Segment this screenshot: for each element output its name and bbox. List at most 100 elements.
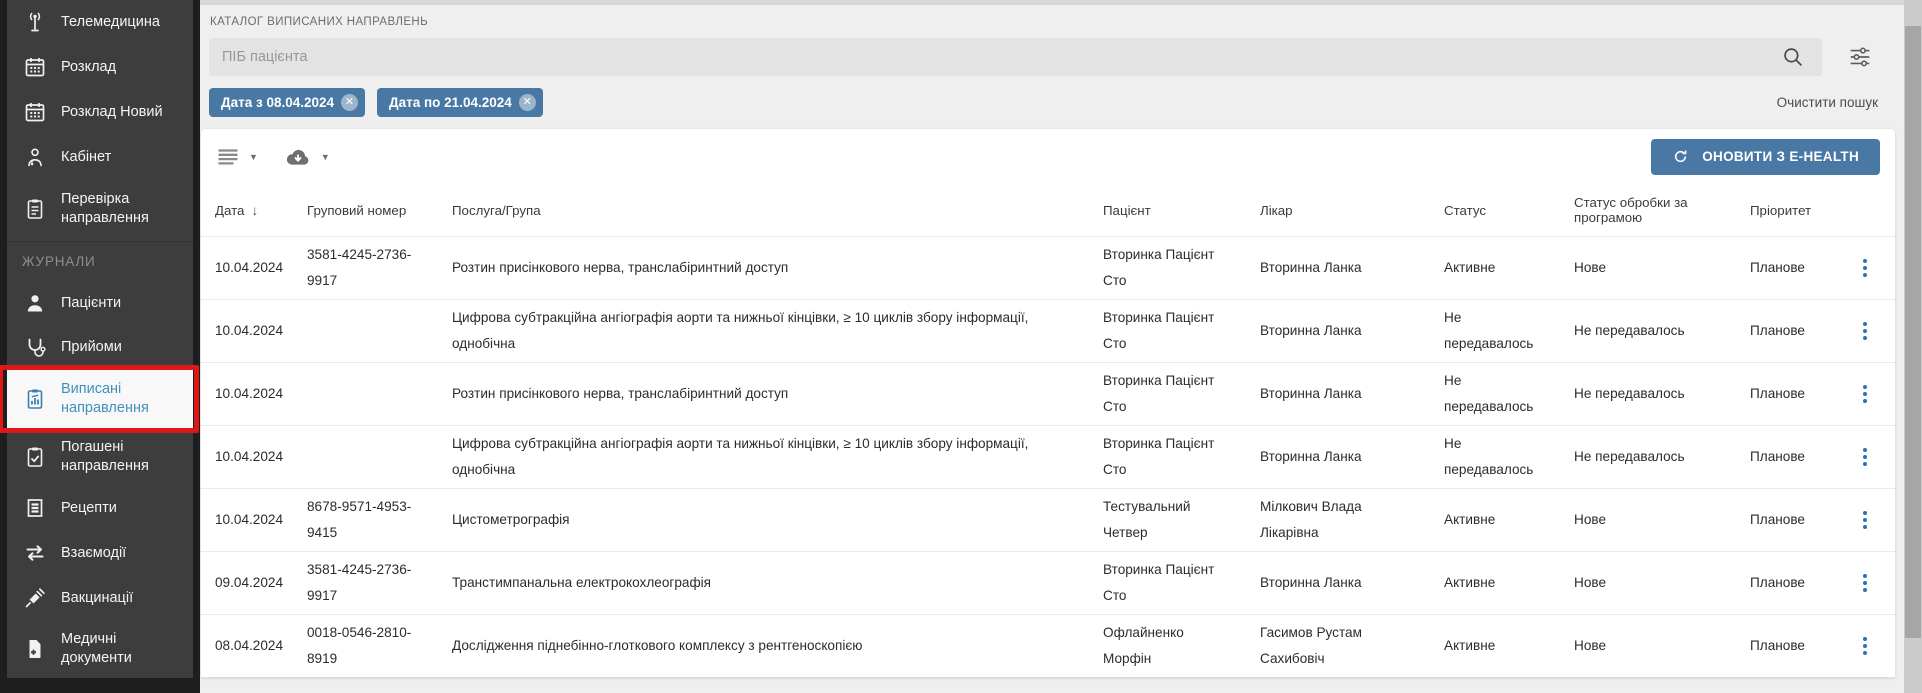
- cell-processing-status: Не передавалось: [1574, 381, 1750, 407]
- cell-group-number: 0018-0546-2810-8919: [307, 620, 452, 672]
- cell-service: Розтин присінкового нерва, транслабіринт…: [452, 381, 1103, 407]
- sidebar-item-label: Розклад: [61, 58, 181, 77]
- cell-processing-status: Нове: [1574, 507, 1750, 533]
- row-actions-menu-button[interactable]: [1859, 318, 1871, 344]
- filter-chip-date-to[interactable]: Дата по 21.04.2024 ✕: [377, 88, 543, 117]
- column-header-date[interactable]: Дата↓: [215, 203, 307, 218]
- cell-status: Активне: [1444, 255, 1574, 281]
- search-bar: [209, 38, 1822, 76]
- cell-processing-status: Нове: [1574, 570, 1750, 596]
- cell-doctor: Вторинна Ланка: [1260, 381, 1444, 407]
- sidebar-item-schedule[interactable]: Розклад: [7, 45, 193, 90]
- receipt-icon: [22, 495, 48, 521]
- table-row[interactable]: 08.04.2024 0018-0546-2810-8919 Досліджен…: [201, 614, 1895, 677]
- cloud-download-icon: [284, 143, 312, 171]
- export-download-button[interactable]: ▼: [284, 143, 330, 171]
- clipboard-lines-icon: [22, 196, 48, 222]
- cell-doctor: Вторинна Ланка: [1260, 255, 1444, 281]
- search-input[interactable]: [209, 38, 1780, 76]
- cell-status: Не передавалось: [1444, 431, 1574, 483]
- cell-processing-status: Не передавалось: [1574, 318, 1750, 344]
- cell-processing-status: Нове: [1574, 633, 1750, 659]
- row-actions-menu-button[interactable]: [1859, 255, 1871, 281]
- sidebar-item-label: Погашені направлення: [61, 438, 181, 476]
- column-header-patient: Пацієнт: [1103, 203, 1260, 218]
- row-actions-menu-button[interactable]: [1859, 633, 1871, 659]
- sidebar-item-referral-check[interactable]: Перевірка направлення: [7, 180, 193, 238]
- sidebar-item-redeemed-referrals[interactable]: Погашені направлення: [7, 428, 193, 486]
- search-icon[interactable]: [1780, 44, 1806, 70]
- column-header-status: Статус: [1444, 203, 1574, 218]
- row-actions-menu-button[interactable]: [1859, 507, 1871, 533]
- table-row[interactable]: 10.04.2024 8678-9571-4953-9415 Цистометр…: [201, 488, 1895, 551]
- list-view-button[interactable]: ▼: [216, 145, 258, 169]
- table-toolbar: ▼ ▼ ОНОВИТИ З E-HEALTH: [201, 129, 1895, 184]
- column-header-processing-status: Статус обробки за програмою: [1574, 195, 1750, 225]
- table-row[interactable]: 09.04.2024 3581-4245-2736-9917 Транстимп…: [201, 551, 1895, 614]
- sidebar-item-prescriptions[interactable]: Рецепти: [7, 486, 193, 531]
- sidebar-item-schedule-new[interactable]: Розклад Новий: [7, 90, 193, 135]
- remove-filter-icon[interactable]: ✕: [519, 94, 536, 111]
- cell-patient: Вторинка Пацієнт Сто: [1103, 431, 1260, 483]
- cell-date: 10.04.2024: [215, 444, 307, 470]
- antenna-icon: [22, 9, 48, 35]
- filter-chip-date-from[interactable]: Дата з 08.04.2024 ✕: [209, 88, 365, 117]
- remove-filter-icon[interactable]: ✕: [341, 94, 358, 111]
- row-actions-menu-button[interactable]: [1859, 381, 1871, 407]
- cell-priority: Планове: [1750, 444, 1845, 470]
- update-from-ehealth-button[interactable]: ОНОВИТИ З E-HEALTH: [1651, 139, 1880, 175]
- sidebar-item-interactions[interactable]: Взаємодії: [7, 531, 193, 576]
- sidebar-item-vaccinations[interactable]: Вакцинації: [7, 575, 193, 620]
- clear-search-link[interactable]: Очистити пошук: [1777, 95, 1878, 110]
- row-actions-menu-button[interactable]: [1859, 444, 1871, 470]
- sidebar-item-label: Вакцинації: [61, 589, 181, 608]
- vertical-scrollbar[interactable]: [1904, 0, 1922, 693]
- cell-status: Активне: [1444, 570, 1574, 596]
- cell-date: 09.04.2024: [215, 570, 307, 596]
- sidebar-item-label: Пацієнти: [61, 294, 181, 313]
- sidebar-item-label: Розклад Новий: [61, 103, 181, 122]
- cell-date: 08.04.2024: [215, 633, 307, 659]
- cell-group-number: 8678-9571-4953-9415: [307, 494, 452, 546]
- cell-date: 10.04.2024: [215, 255, 307, 281]
- cell-status: Не передавалось: [1444, 368, 1574, 420]
- referrals-table: Дата↓ Груповий номер Послуга/Група Паціє…: [201, 184, 1895, 677]
- table-row[interactable]: 10.04.2024 Розтин присінкового нерва, тр…: [201, 362, 1895, 425]
- sidebar-item-issued-referrals[interactable]: Виписані направлення: [7, 370, 193, 428]
- table-row[interactable]: 10.04.2024 Цифрова субтракційна ангіогра…: [201, 425, 1895, 488]
- sidebar-item-label: Рецепти: [61, 499, 181, 518]
- cell-date: 10.04.2024: [215, 507, 307, 533]
- cell-date: 10.04.2024: [215, 318, 307, 344]
- list-lines-icon: [216, 145, 240, 169]
- cell-patient: Вторинка Пацієнт Сто: [1103, 368, 1260, 420]
- cell-doctor: Вторинна Ланка: [1260, 444, 1444, 470]
- cell-priority: Планове: [1750, 381, 1845, 407]
- cell-processing-status: Нове: [1574, 255, 1750, 281]
- clipboard-check-icon: [22, 444, 48, 470]
- sidebar-item-label: Прийоми: [61, 338, 181, 357]
- syringe-icon: [22, 585, 48, 611]
- sidebar-item-telemedicine[interactable]: Телемедицина: [7, 0, 193, 45]
- cell-patient: Вторинка Пацієнт Сто: [1103, 242, 1260, 294]
- sidebar-item-patients[interactable]: Пацієнти: [7, 280, 193, 325]
- row-actions-menu-button[interactable]: [1859, 570, 1871, 596]
- sidebar-item-medical-documents[interactable]: Медичні документи: [7, 620, 193, 678]
- sidebar-item-appointments[interactable]: Прийоми: [7, 325, 193, 370]
- sidebar-item-label: Телемедицина: [61, 13, 181, 32]
- doctor-icon: [22, 144, 48, 170]
- calendar-icon: [22, 99, 48, 125]
- cell-status: Активне: [1444, 507, 1574, 533]
- cell-service: Цифрова субтракційна ангіографія аорти т…: [452, 305, 1103, 357]
- sliders-icon: [1846, 43, 1874, 71]
- table-row[interactable]: 10.04.2024 Цифрова субтракційна ангіогра…: [201, 299, 1895, 362]
- sidebar: ТелемедицинаРозкладРозклад НовийКабінетП…: [0, 0, 200, 693]
- table-header-row: Дата↓ Груповий номер Послуга/Група Паціє…: [201, 184, 1895, 236]
- scrollbar-thumb[interactable]: [1905, 26, 1921, 638]
- sidebar-item-cabinet[interactable]: Кабінет: [7, 135, 193, 180]
- table-row[interactable]: 10.04.2024 3581-4245-2736-9917 Розтин пр…: [201, 236, 1895, 299]
- refresh-icon: [1672, 148, 1689, 165]
- cell-group-number: 3581-4245-2736-9917: [307, 557, 452, 609]
- cell-group-number: 3581-4245-2736-9917: [307, 242, 452, 294]
- filter-settings-button[interactable]: [1844, 41, 1876, 73]
- cell-status: Не передавалось: [1444, 305, 1574, 357]
